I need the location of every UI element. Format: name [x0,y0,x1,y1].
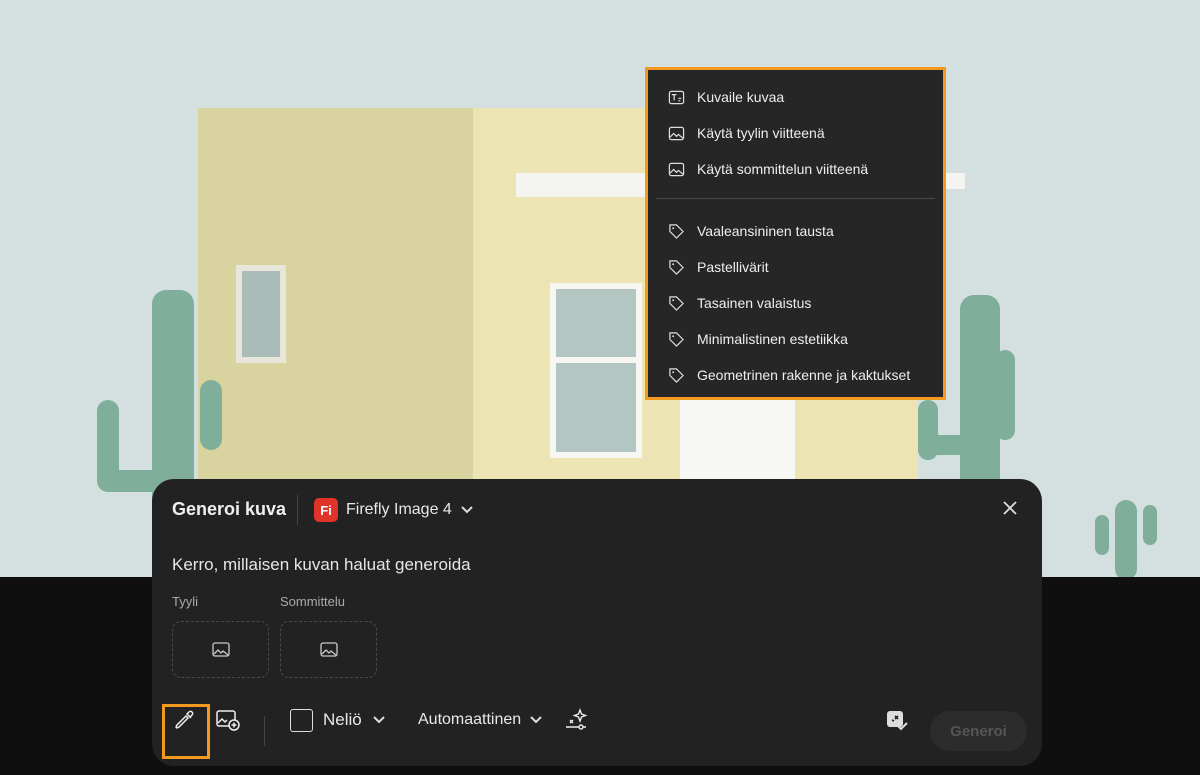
cactus [995,350,1015,440]
cactus [1143,505,1157,545]
menu-tag-item[interactable]: Tasainen valaistus [668,293,811,313]
tag-icon [669,295,684,311]
cactus [1115,500,1137,577]
content-credentials-button[interactable] [885,705,909,735]
model-selector[interactable]: Fi Firefly Image 4 [314,498,474,522]
eyedropper-icon [175,710,194,729]
menu-item-label: Geometrinen rakenne ja kaktukset [697,367,911,383]
menu-item-describe-image[interactable]: Kuvaile kuvaa [668,87,784,107]
awning [516,173,646,197]
menu-tag-item[interactable]: Geometrinen rakenne ja kaktukset [668,365,910,385]
image-icon [211,641,230,657]
tag-icon [669,331,684,347]
window [236,265,286,363]
effects-button[interactable] [564,705,590,735]
aspect-ratio-dropdown[interactable]: Neliö [290,705,386,735]
tag-icon [669,367,684,383]
menu-item-use-composition-reference[interactable]: Käytä sommittelun viitteenä [668,159,868,179]
eyedropper-button[interactable] [174,705,196,735]
text-describe-icon [668,90,685,104]
chevron-down-icon [461,506,473,514]
generate-image-panel: Generoi kuva Fi Firefly Image 4 Tyyli So… [152,479,1042,766]
awning [945,173,965,189]
content-type-dropdown[interactable]: Automaattinen [418,705,543,735]
menu-item-label: Vaaleansininen tausta [697,223,834,239]
divider [264,716,265,746]
menu-item-use-style-reference[interactable]: Käytä tyylin viitteenä [668,123,825,143]
menu-tag-item[interactable]: Minimalistinen estetiikka [668,329,848,349]
tag-icon [669,259,684,275]
aspect-ratio-value: Neliö [323,710,362,729]
menu-item-label: Käytä tyylin viitteenä [697,125,825,141]
tag-icon [669,223,684,239]
generate-button[interactable]: Generoi [930,711,1027,751]
prompt-input[interactable] [172,555,1012,575]
image-icon [668,162,685,176]
panel-title: Generoi kuva [172,499,287,519]
style-label: Tyyli [172,594,198,609]
context-menu: Kuvaile kuvaa Käytä tyylin viitteenä Käy… [645,67,946,400]
cactus [1095,515,1109,555]
menu-item-label: Kuvaile kuvaa [697,89,785,105]
composition-label: Sommittelu [280,594,346,609]
style-reference-dropzone[interactable] [172,621,269,678]
window [550,283,642,458]
image-add-icon [216,710,240,731]
chevron-down-icon [373,716,385,724]
menu-item-label: Minimalistinen estetiikka [697,331,848,347]
menu-tag-item[interactable]: Pastellivärit [668,257,769,277]
menu-item-label: Tasainen valaistus [697,295,812,311]
model-name: Firefly Image 4 [346,501,452,518]
cactus [200,380,222,450]
composition-reference-dropzone[interactable] [280,621,377,678]
firefly-logo-icon: Fi [314,498,338,522]
cactus [918,435,978,455]
sparkle-settings-icon [566,708,588,730]
image-check-icon [887,711,908,731]
menu-item-label: Pastellivärit [697,259,769,275]
menu-divider [656,198,935,199]
close-button[interactable] [1002,499,1018,522]
add-image-button[interactable] [216,705,240,735]
image-icon [319,641,338,657]
chevron-down-icon [530,716,542,724]
content-type-value: Automaattinen [418,711,522,728]
menu-tag-item[interactable]: Vaaleansininen tausta [668,221,834,241]
close-icon [1003,501,1017,515]
image-icon [668,126,685,140]
divider [297,495,298,525]
square-icon [290,708,313,732]
menu-item-label: Käytä sommittelun viitteenä [697,161,869,177]
